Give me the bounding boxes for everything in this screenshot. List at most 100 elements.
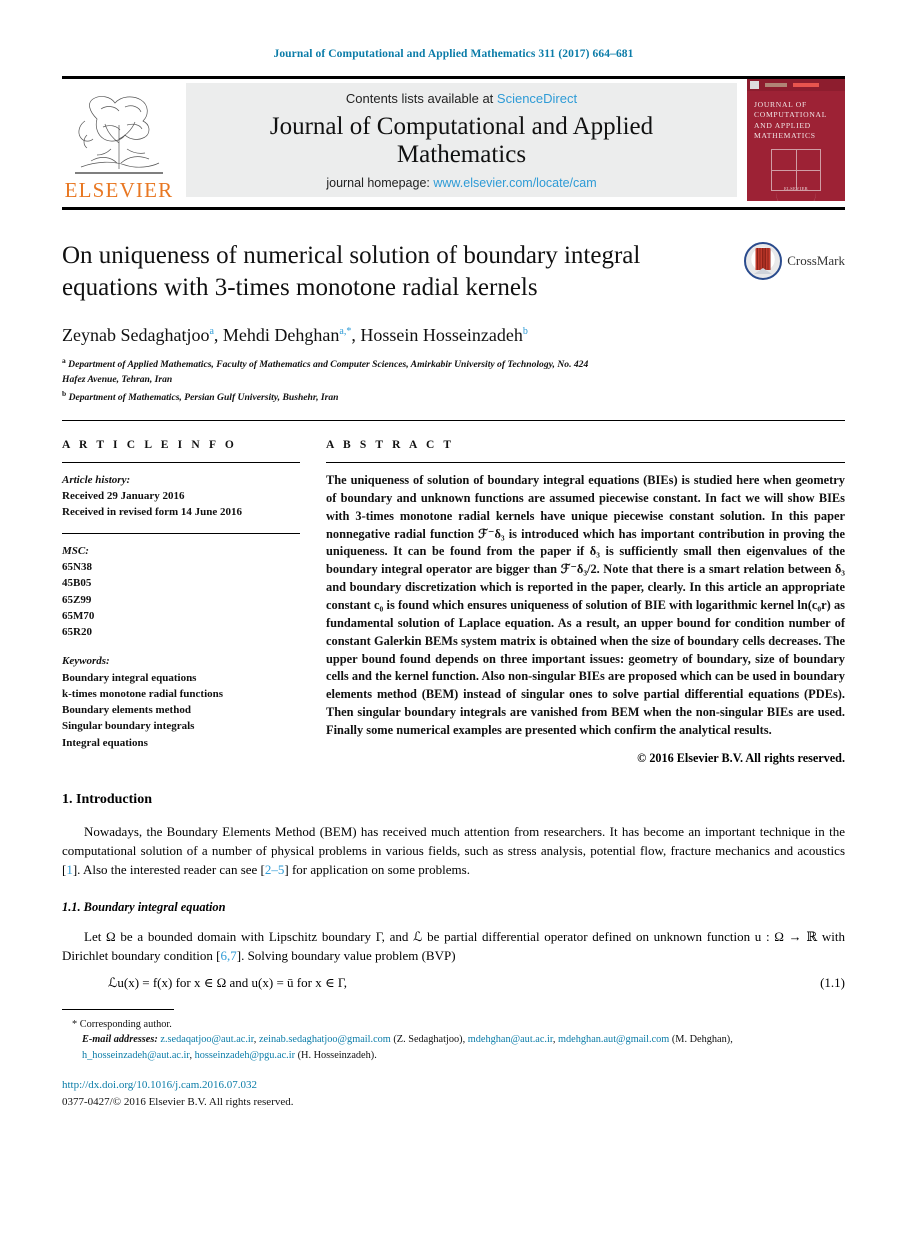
abstract-rule	[326, 461, 845, 463]
abstract-copyright: © 2016 Elsevier B.V. All rights reserved…	[637, 750, 845, 765]
section-1-1-paragraph-1-text: Let Ω be a bounded domain with Lipschitz…	[62, 928, 845, 963]
msc-label: MSC:	[62, 544, 89, 557]
article-info-column: A R T I C L E I N F O Article history: R…	[62, 439, 300, 766]
corresponding-author-note: * Corresponding author.	[72, 1019, 172, 1031]
article-history-label: Article history:	[62, 473, 131, 486]
author-2-marks: a,*	[339, 326, 352, 337]
email-link[interactable]: hosseinzadeh@pgu.ac.ir	[195, 1050, 295, 1061]
equation-1-1-number: (1.1)	[820, 975, 845, 991]
msc-code: 65M70	[62, 609, 95, 622]
journal-cover-thumbnail: JOURNAL OF COMPUTATIONAL AND APPLIED MAT…	[747, 79, 845, 201]
author-2: Mehdi Dehghana,*	[223, 325, 351, 345]
contents-prefix: Contents lists available at	[345, 90, 497, 106]
doi-link[interactable]: http://dx.doi.org/10.1016/j.cam.2016.07.…	[62, 1077, 845, 1094]
keyword-item: k-times monotone radial functions	[62, 687, 224, 700]
keywords-label: Keywords:	[62, 655, 110, 668]
equation-1-1-body: ℒu(x) = f(x) for x ∈ Ω and u(x) = ū for …	[108, 975, 348, 991]
cover-bar-right	[793, 83, 819, 87]
journal-homepage-link[interactable]: www.elsevier.com/locate/cam	[433, 176, 596, 190]
crossmark-badge-group[interactable]: CrossMark	[744, 242, 845, 280]
footnote-rule	[62, 1009, 174, 1011]
section-1-title: 1. Introduction	[62, 791, 152, 807]
inline-reference[interactable]: 6,7	[221, 948, 237, 963]
msc-group: MSC: 65N38 45B05 65Z99 65M70 65R20	[62, 543, 300, 641]
abstract-column: A B S T R A C T The uniqueness of soluti…	[326, 439, 845, 766]
email-owner: (Z. Sedaghatjoo),	[393, 1034, 466, 1046]
crossmark-label: CrossMark	[787, 253, 845, 268]
author-1-marks: a	[209, 326, 214, 337]
article-page: Journal of Computational and Applied Mat…	[0, 0, 907, 1238]
affiliation-a-mark: a	[62, 356, 66, 365]
email-link[interactable]: zeinab.sedaghatjoo@gmail.com	[259, 1034, 391, 1045]
section-1-1-paragraph-1: Let Ω be a bounded domain with Lipschitz…	[62, 927, 845, 965]
cover-footer: ELSEVIER	[783, 186, 809, 192]
journal-title-line1: Journal of Computational and Applied	[269, 112, 654, 140]
cover-figure-icon	[771, 149, 821, 191]
keyword-item: Singular boundary integrals	[62, 720, 195, 733]
issn-copyright-line: 0377-0427/© 2016 Elsevier B.V. All right…	[62, 1095, 294, 1108]
crossmark-base-icon	[754, 268, 773, 274]
masthead-bottom-rule	[62, 207, 845, 210]
inline-reference[interactable]: 2–5	[265, 862, 285, 877]
cover-swirl-icon	[776, 193, 816, 201]
article-history-group: Article history: Received 29 January 201…	[62, 472, 300, 521]
keyword-item: Boundary integral equations	[62, 671, 197, 684]
email-link[interactable]: z.sedaqatjoo@aut.ac.ir	[160, 1034, 253, 1045]
sciencedirect-link[interactable]: ScienceDirect	[497, 91, 577, 106]
crossmark-book-icon	[755, 248, 771, 270]
elsevier-logo: ELSEVIER	[62, 79, 176, 201]
title-main: On uniqueness of numerical solution of b…	[62, 240, 744, 303]
affiliation-b-mark: b	[62, 388, 67, 398]
msc-rule	[62, 532, 300, 534]
journal-title: Journal of Computational and Applied Mat…	[270, 113, 653, 169]
author-list: Zeynab Sedaghatjooa, Mehdi Dehghana,*, H…	[62, 325, 528, 345]
title-block: On uniqueness of numerical solution of b…	[62, 240, 845, 303]
affiliation-a-line2: Hafez Avenue, Tehran, Iran	[62, 374, 173, 386]
msc-code: 65N38	[62, 561, 92, 574]
elsevier-wordmark: ELSEVIER	[64, 178, 174, 202]
keyword-item: Integral equations	[62, 736, 148, 749]
article-history-received: Received 29 January 2016	[62, 490, 185, 503]
header-bottom-rule	[62, 419, 845, 421]
section-1-1-title: 1.1. Boundary integral equation	[62, 899, 226, 914]
email-link[interactable]: mdehghan@aut.ac.ir	[468, 1034, 553, 1045]
section-1-paragraph-1: Nowadays, the Boundary Elements Method (…	[62, 822, 845, 880]
contents-available-line: Contents lists available at ScienceDirec…	[346, 91, 577, 106]
page-title: On uniqueness of numerical solution of b…	[62, 242, 641, 301]
introduction-section: 1. Introduction Nowadays, the Boundary E…	[62, 792, 845, 991]
keywords-group: Keywords: Boundary integral equations k-…	[62, 653, 300, 751]
running-head: Journal of Computational and Applied Mat…	[273, 48, 634, 60]
homepage-prefix: journal homepage:	[326, 175, 434, 190]
email-owner: (H. Hosseinzadeh).	[297, 1049, 377, 1061]
abstract-heading: A B S T R A C T	[326, 438, 455, 451]
article-history-revised: Received in revised form 14 June 2016	[62, 506, 243, 519]
author-1-name: Zeynab Sedaghatjoo	[62, 325, 210, 345]
equation-1-1-row: ℒu(x) = f(x) for x ∈ Ω and u(x) = ū for …	[62, 975, 845, 991]
author-3-marks: b	[522, 326, 528, 337]
affiliation-b: b Department of Mathematics, Persian Gul…	[62, 388, 845, 406]
email-addresses-note: E-mail addresses: z.sedaqatjoo@aut.ac.ir…	[82, 1032, 845, 1063]
author-3-name: Hossein Hosseinzadeh	[360, 325, 523, 345]
cover-bar-left	[765, 83, 787, 87]
author-3: Hossein Hosseinzadehb	[360, 325, 527, 345]
author-2-name: Mehdi Dehghan	[222, 325, 340, 345]
journal-masthead: ELSEVIER Contents lists available at Sci…	[62, 76, 845, 201]
journal-homepage-line: journal homepage: www.elsevier.com/locat…	[326, 176, 596, 190]
elsevier-tree-icon	[75, 96, 163, 174]
cover-logo-square	[750, 81, 759, 89]
article-info-rule	[62, 461, 300, 463]
author-1: Zeynab Sedaghatjooa	[62, 325, 214, 345]
cover-top-bar	[747, 79, 845, 91]
email-link[interactable]: h_hosseinzadeh@aut.ac.ir	[82, 1050, 189, 1061]
msc-code: 65R20	[62, 626, 92, 639]
email-addresses-label: E-mail addresses:	[82, 1034, 158, 1046]
email-link[interactable]: mdehghan.aut@gmail.com	[558, 1034, 669, 1045]
abstract-text: The uniqueness of solution of boundary i…	[326, 472, 845, 737]
info-abstract-region: A R T I C L E I N F O Article history: R…	[62, 439, 845, 766]
keyword-item: Boundary elements method	[62, 704, 191, 717]
article-info-heading: A R T I C L E I N F O	[62, 438, 237, 451]
crossmark-icon[interactable]	[744, 242, 783, 280]
inline-reference[interactable]: 1	[66, 862, 73, 877]
affiliation-list: a Department of Applied Mathematics, Fac…	[62, 355, 845, 406]
affiliation-a-line1: Department of Applied Mathematics, Facul…	[68, 359, 589, 371]
